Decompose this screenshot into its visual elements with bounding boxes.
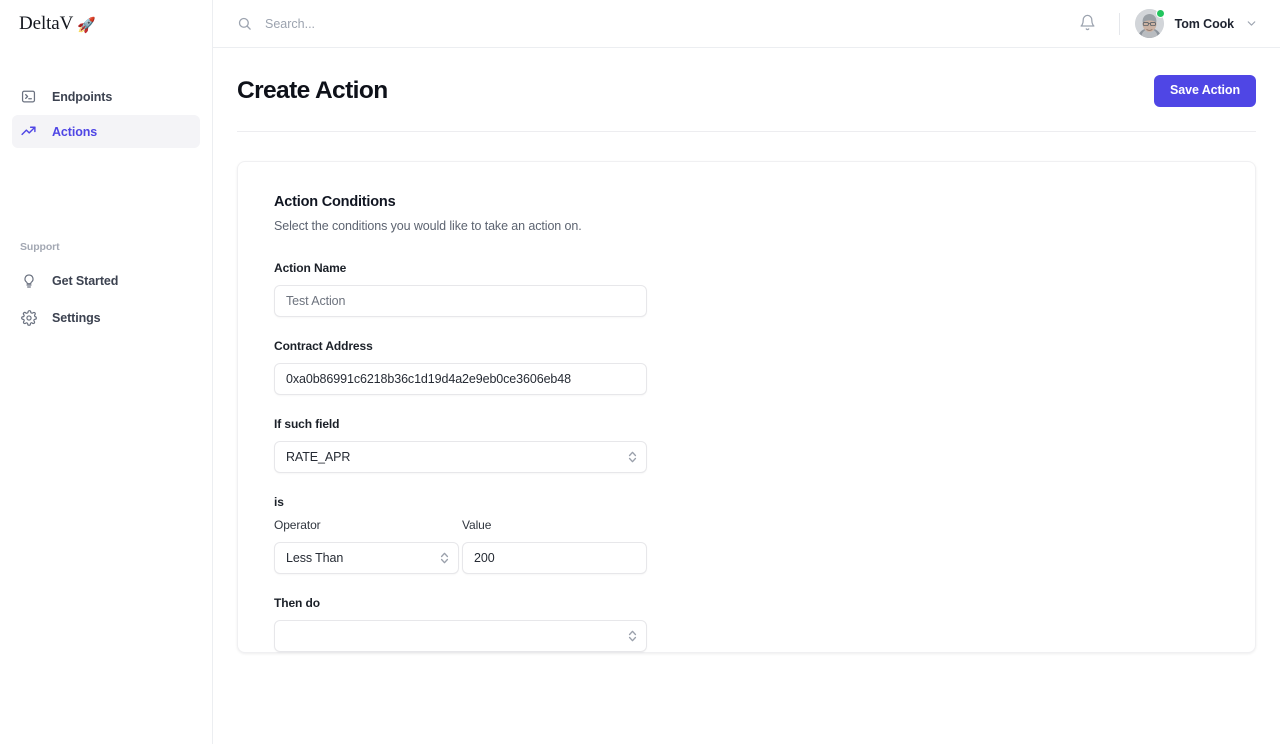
value-input[interactable]	[462, 541, 647, 574]
trending-up-icon	[20, 123, 37, 140]
topbar: Tom Cook	[213, 0, 1280, 48]
if-such-field-select-wrapper: RATE_APR	[274, 440, 647, 473]
sidebar-item-label: Get Started	[52, 273, 119, 288]
page-title: Create Action	[237, 76, 388, 104]
operator-select[interactable]: Less Than	[274, 541, 459, 574]
primary-navigation: Endpoints Actions	[0, 80, 212, 148]
contract-address-label: Contract Address	[274, 338, 373, 353]
page-header-inner: Create Action Save Action	[237, 75, 1256, 132]
if-such-field-select[interactable]: RATE_APR	[274, 440, 647, 473]
sidebar-item-settings[interactable]: Settings	[12, 301, 200, 334]
sidebar-item-label: Settings	[52, 310, 101, 325]
avatar-wrapper	[1134, 9, 1165, 38]
topbar-divider	[1118, 12, 1120, 35]
sidebar-item-label: Endpoints	[52, 89, 113, 104]
field-then-do: Then do	[274, 596, 1219, 652]
sidebar-item-label: Actions	[52, 124, 98, 139]
save-action-button[interactable]: Save Action	[1154, 75, 1256, 107]
sidebar-item-get-started[interactable]: Get Started	[12, 264, 200, 297]
sidebar: DeltaV 🚀 Endpoints Actions Support Get S…	[0, 0, 213, 744]
operator-value-row: Operator Less Than Value 200	[274, 518, 1219, 574]
action-name-label: Action Name	[274, 260, 347, 275]
notifications-button[interactable]	[1073, 9, 1103, 39]
lightbulb-icon	[20, 272, 37, 289]
sidebar-item-actions[interactable]: Actions	[12, 115, 200, 148]
chevron-down-icon	[1245, 17, 1258, 30]
status-indicator-online	[1155, 9, 1165, 18]
if-such-field-label: If such field	[274, 416, 340, 431]
gear-icon	[20, 309, 37, 326]
sidebar-item-endpoints[interactable]: Endpoints	[12, 80, 200, 113]
operator-label: Operator	[274, 517, 321, 532]
search-input[interactable]	[265, 0, 565, 47]
topbar-actions: Tom Cook	[1073, 9, 1258, 39]
user-name: Tom Cook	[1174, 16, 1234, 31]
operator-select-wrapper: Less Than	[274, 541, 459, 574]
support-section: Support Get Started Settings	[0, 241, 212, 334]
brand-name: DeltaV	[19, 13, 74, 34]
field-operator: Operator Less Than	[274, 518, 459, 574]
field-value: Value	[462, 518, 647, 574]
field-contract-address: Contract Address 0xa0b86991c6218b36c1d19…	[274, 339, 1219, 395]
app-root: DeltaV 🚀 Endpoints Actions Support Get S…	[0, 0, 1280, 744]
is-label: is	[274, 494, 284, 509]
then-do-label: Then do	[274, 595, 320, 610]
action-conditions-card: Action Conditions Select the conditions …	[237, 160, 1256, 653]
then-do-select[interactable]	[274, 619, 647, 652]
page-header: Create Action Save Action	[213, 48, 1280, 132]
then-do-select-wrapper	[274, 619, 647, 652]
card-subtitle: Select the conditions you would like to …	[274, 218, 582, 233]
search-container	[237, 0, 1073, 47]
contract-address-input[interactable]: 0xa0b86991c6218b36c1d19d4a2e9eb0ce3606eb…	[274, 362, 647, 395]
support-section-label: Support	[20, 241, 60, 253]
user-menu[interactable]: Tom Cook	[1134, 9, 1258, 38]
bell-icon	[1079, 14, 1096, 34]
field-condition-row: is Operator Less Than Value 200	[274, 495, 1219, 574]
secondary-navigation: Get Started Settings	[12, 264, 200, 334]
card-title: Action Conditions	[274, 193, 396, 210]
field-if-such-field: If such field RATE_APR	[274, 417, 1219, 473]
content-area: Action Conditions Select the conditions …	[213, 132, 1280, 744]
terminal-icon	[20, 88, 37, 105]
main-column: Tom Cook Create Action Save Action Actio…	[213, 0, 1280, 744]
rocket-icon: 🚀	[77, 16, 96, 34]
field-action-name: Action Name Test Action	[274, 261, 1219, 317]
action-name-input[interactable]: Test Action	[274, 284, 647, 317]
value-label: Value	[462, 517, 492, 532]
search-icon	[237, 16, 252, 31]
brand-logo[interactable]: DeltaV 🚀	[0, 0, 212, 48]
